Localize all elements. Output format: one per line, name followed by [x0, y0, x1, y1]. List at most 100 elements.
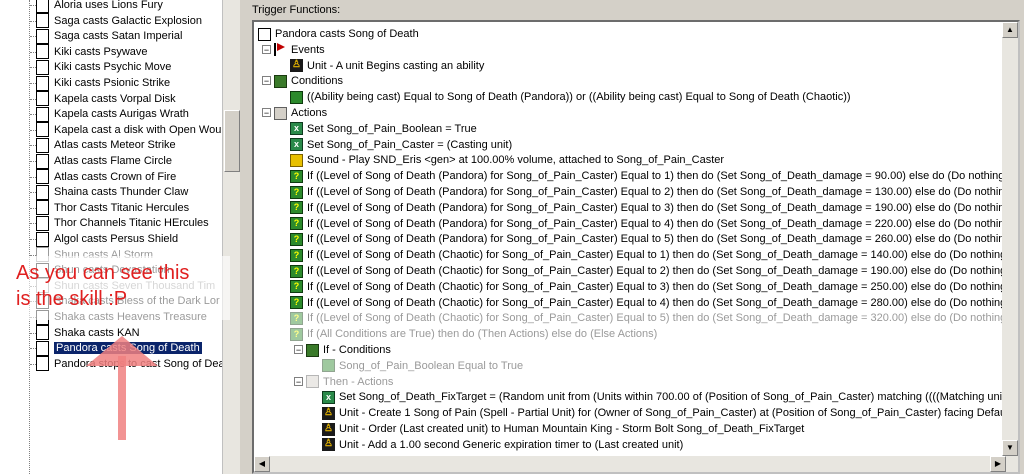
trigger-row[interactable]: ? If ((Level of Song of Death (Chaotic) f… [290, 310, 1010, 326]
scroll-right-arrow-icon[interactable]: ▶ [990, 456, 1006, 472]
collapse-toggle-icon[interactable]: − [262, 76, 271, 86]
trigger-document-icon [36, 28, 49, 44]
trigger-row-text: If ((Level of Song of Death (Pandora) fo… [307, 170, 1009, 183]
trigger-list-item[interactable]: Kapela casts Vorpal Disk [36, 91, 176, 107]
left-scrollbar-thumb[interactable] [224, 110, 240, 172]
trigger-row[interactable]: ? If (All Conditions are True) then do (T… [290, 326, 657, 342]
trigger-row-text: Set Song_of_Death_FixTarget = (Random un… [339, 391, 1020, 404]
trigger-row[interactable]: ? If ((Level of Song of Death (Chaotic) f… [290, 295, 1010, 311]
trigger-row[interactable]: ((Ability being cast) Equal to Song of D… [290, 89, 851, 105]
condition-icon [306, 343, 319, 357]
trigger-row-text: If ((Level of Song of Death (Chaotic) fo… [307, 265, 1010, 278]
trigger-list-item[interactable]: Aloria uses Lions Fury [36, 0, 163, 13]
trigger-functions-panel: Trigger Functions: Pandora casts Song of… [248, 0, 1024, 474]
vertical-scrollbar[interactable]: ▲ ▼ [1002, 22, 1018, 472]
collapse-toggle-icon[interactable]: − [294, 376, 303, 386]
condition-check-icon [290, 90, 303, 104]
trigger-row[interactable]: ? If ((Level of Song of Death (Pandora) f… [290, 231, 1014, 247]
trigger-list-item-label: Kapela casts Vorpal Disk [54, 92, 176, 105]
trigger-list-item[interactable]: Atlas casts Meteor Strike [36, 137, 176, 153]
trigger-row[interactable]: Song_of_Pain_Boolean Equal to True [322, 358, 523, 374]
trigger-row[interactable]: ♙ Unit - Add a 1.00 second Generic expira… [322, 437, 683, 453]
trigger-list-item[interactable]: Kapela casts Aurigas Wrath [36, 106, 189, 122]
trigger-row[interactable]: ♙ Unit - Create 1 Song of Pain (Spell - P… [322, 405, 1020, 421]
trigger-row[interactable]: Then - Actions [306, 374, 393, 390]
trigger-list-item[interactable]: Kapela cast a disk with Open Wou [36, 122, 221, 138]
trigger-document-icon [36, 13, 49, 29]
panel-splitter[interactable] [240, 0, 248, 474]
trigger-list-item-label: Saga casts Satan Imperial [54, 30, 183, 43]
trigger-row-text: Unit - Order (Last created unit) to Huma… [339, 423, 805, 436]
if-then-else-icon: ? [290, 201, 303, 215]
trigger-list-item[interactable]: Thor Channels Titanic HErcules [36, 215, 209, 231]
trigger-row[interactable]: Conditions [274, 73, 343, 89]
unit-action-icon: ♙ [322, 422, 335, 436]
annotation-text: As you can see this is the skill :P [16, 260, 189, 312]
trigger-row-text: Events [291, 43, 325, 56]
trigger-document-icon [36, 231, 49, 247]
trigger-row[interactable]: x Set Song_of_Death_FixTarget = (Random u… [322, 389, 1020, 405]
trigger-list-item-label: Atlas casts Flame Circle [54, 155, 172, 168]
trigger-list-item[interactable]: Kiki casts Psionic Strike [36, 75, 170, 91]
trigger-document-icon [36, 75, 49, 91]
trigger-row-text: Unit - Create 1 Song of Pain (Spell - Pa… [339, 407, 1020, 420]
trigger-document-icon [36, 44, 49, 60]
trigger-list-item[interactable]: Saga casts Galactic Explosion [36, 13, 202, 29]
set-variable-icon: x [322, 390, 335, 404]
trigger-row[interactable]: ? If ((Level of Song of Death (Pandora) f… [290, 168, 1008, 184]
trigger-list-item[interactable]: Atlas casts Crown of Fire [36, 169, 176, 185]
annotation-line-1: As you can see this [16, 262, 190, 284]
trigger-row-text: Song_of_Pain_Boolean Equal to True [339, 359, 524, 372]
trigger-row-text: If ((Level of Song of Death (Pandora) fo… [307, 201, 1015, 214]
trigger-row-text: Sound - Play SND_Eris <gen> at 100.00% v… [307, 154, 725, 167]
trigger-row[interactable]: ? If ((Level of Song of Death (Chaotic) f… [290, 263, 1010, 279]
trigger-list-item[interactable]: Saga casts Satan Imperial [36, 28, 182, 44]
set-variable-icon: x [290, 122, 303, 136]
trigger-row[interactable]: Sound - Play SND_Eris <gen> at 100.00% v… [290, 152, 724, 168]
horizontal-scrollbar[interactable]: ◀ ▶ [254, 456, 1006, 472]
trigger-list-item-label: Kiki casts Psywave [54, 45, 148, 58]
trigger-row[interactable]: ? If ((Level of Song of Death (Pandora) f… [290, 200, 1014, 216]
collapse-toggle-icon[interactable]: − [262, 44, 271, 54]
trigger-row-text: If ((Level of Song of Death (Chaotic) fo… [307, 249, 1010, 262]
trigger-row-text: Actions [291, 107, 328, 120]
collapse-toggle-icon[interactable]: − [294, 345, 303, 355]
trigger-row[interactable]: ? If ((Level of Song of Death (Pandora) f… [290, 216, 1014, 232]
scroll-left-arrow-icon[interactable]: ◀ [254, 456, 270, 472]
trigger-row[interactable]: If - Conditions [306, 342, 391, 358]
trigger-list-item-label: Algol casts Persus Shield [54, 233, 179, 246]
trigger-row-text: Conditions [291, 75, 343, 88]
trigger-list-item[interactable]: Kiki casts Psychic Move [36, 59, 171, 75]
action-clapper-icon [306, 375, 319, 389]
trigger-row[interactable]: x Set Song_of_Pain_Caster = (Casting unit… [290, 137, 512, 153]
trigger-row-text: Set Song_of_Pain_Caster = (Casting unit) [307, 138, 513, 151]
trigger-row[interactable]: ♙ Unit - A unit Begins casting an ability [290, 58, 484, 74]
trigger-row[interactable]: Actions [274, 105, 327, 121]
trigger-document-icon [36, 0, 49, 13]
left-scrollbar[interactable] [222, 0, 240, 474]
trigger-list-item[interactable]: Kiki casts Psywave [36, 44, 148, 60]
trigger-list-item[interactable]: Shaina casts Thunder Claw [36, 184, 188, 200]
if-then-else-icon: ? [290, 169, 303, 183]
trigger-row[interactable]: ? If ((Level of Song of Death (Chaotic) f… [290, 279, 1010, 295]
trigger-list-item[interactable]: Algol casts Persus Shield [36, 231, 178, 247]
trigger-list-item[interactable]: Thor Casts Titanic Hercules [36, 200, 189, 216]
trigger-list-item[interactable]: Atlas casts Flame Circle [36, 153, 172, 169]
trigger-row[interactable]: ? If ((Level of Song of Death (Chaotic) f… [290, 247, 1010, 263]
trigger-row[interactable]: Pandora casts Song of Death [258, 26, 419, 42]
trigger-row[interactable]: ? If ((Level of Song of Death (Pandora) f… [290, 184, 1014, 200]
trigger-document-icon [36, 153, 49, 169]
trigger-row[interactable]: x Set Song_of_Pain_Boolean = True [290, 121, 477, 137]
trigger-row[interactable]: Events [274, 42, 325, 58]
trigger-row[interactable]: ♙ Unit - Order (Last created unit) to Hum… [322, 421, 804, 437]
collapse-toggle-icon[interactable]: − [262, 108, 271, 118]
scroll-down-arrow-icon[interactable]: ▼ [1002, 440, 1018, 456]
trigger-row-text: If (All Conditions are True) then do (Th… [307, 328, 658, 341]
trigger-list-item-label: Saga casts Galactic Explosion [54, 14, 202, 27]
trigger-document-icon [36, 325, 49, 341]
scroll-up-arrow-icon[interactable]: ▲ [1002, 22, 1018, 38]
trigger-document-icon [36, 106, 49, 122]
trigger-list-item-label: Kiki casts Psionic Strike [54, 77, 171, 90]
event-flag-icon [274, 43, 287, 57]
trigger-row-text: If - Conditions [323, 344, 391, 357]
